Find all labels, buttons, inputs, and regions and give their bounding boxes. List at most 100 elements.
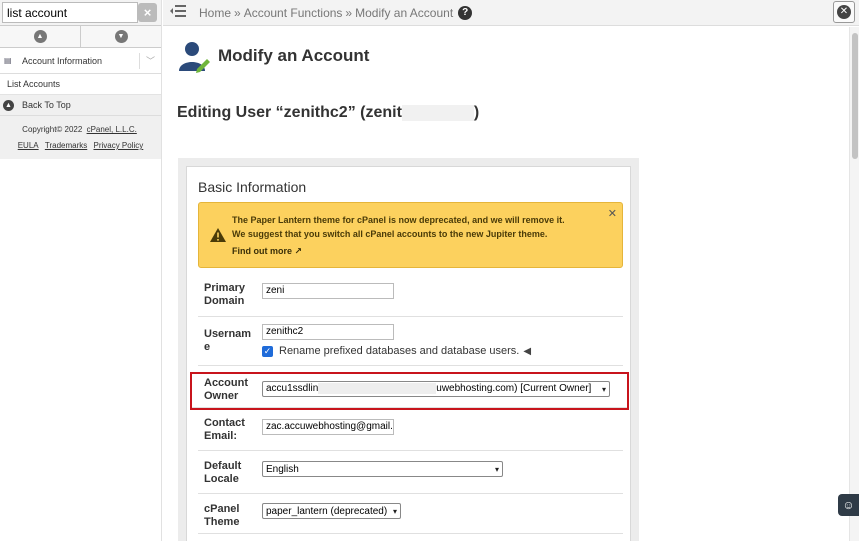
breadcrumb-home[interactable]: Home: [199, 6, 231, 20]
redacted-text: [401, 105, 474, 121]
label-line: Domain: [204, 295, 245, 307]
find-out-more-link[interactable]: Find out more ↗: [232, 244, 598, 258]
contact-email-value: zac.accuwebhosting@gmail.: [266, 421, 393, 432]
close-icon: ✕: [837, 5, 851, 19]
label-line: Owner: [204, 390, 239, 402]
find-out-more-label: Find out more: [232, 246, 292, 256]
contact-email-label: Contact Email:: [198, 408, 262, 450]
warning-icon: [210, 228, 226, 242]
contact-email-input[interactable]: zac.accuwebhosting@gmail.: [262, 419, 394, 435]
scrollbar-thumb[interactable]: [852, 33, 858, 159]
sidebar-item-list-accounts[interactable]: List Accounts: [0, 74, 161, 95]
primary-domain-input[interactable]: zeni: [262, 283, 394, 299]
back-to-top-link[interactable]: ▲ Back To Top: [0, 95, 161, 116]
label-line: Usernam: [204, 328, 252, 340]
label-line: Locale: [204, 473, 239, 485]
privacy-policy-link[interactable]: Privacy Policy: [93, 141, 143, 150]
default-locale-select[interactable]: English ▾: [262, 461, 503, 477]
username-input[interactable]: zenithc2: [262, 324, 394, 340]
label-line: Account: [204, 377, 248, 389]
label-line: Email:: [204, 430, 238, 442]
search-input[interactable]: [2, 2, 138, 23]
breadcrumb-current: Modify an Account: [355, 5, 454, 20]
account-owner-row: Account Owner accu1ssdlin uwebhosting.com…: [190, 372, 629, 410]
sidebar-group-account-information[interactable]: ▤ Account Information ﹀: [0, 48, 161, 74]
dismiss-notice-icon[interactable]: ✕: [608, 207, 617, 220]
page-scrollbar[interactable]: [849, 27, 859, 541]
label-line: Default: [204, 460, 242, 472]
breadcrumb-account-functions[interactable]: Account Functions: [244, 6, 343, 20]
rename-databases-label: Rename prefixed databases and database u…: [279, 345, 520, 357]
eula-link[interactable]: EULA: [18, 141, 39, 150]
primary-domain-row: Primary Domain zeni: [198, 272, 623, 317]
editing-user-text: Editing User “zenithc2” (zenit: [177, 104, 402, 121]
clear-search-icon[interactable]: ×: [138, 3, 157, 22]
breadcrumb: Home » Account Functions » Modify an Acc…: [199, 5, 473, 20]
label-line: cPanel: [204, 503, 240, 515]
account-owner-select[interactable]: accu1ssdlin uwebhosting.com) [Current Own…: [262, 381, 610, 397]
arrow-up-icon: ▲: [3, 99, 14, 111]
label-line: Contact: [204, 417, 245, 429]
sidebar-search: ×: [0, 0, 161, 26]
owner-value-start: accu1ssdlin: [266, 383, 319, 395]
sidebar-footer: Copyright© 2022 cPanel, L.L.C. EULA Trad…: [0, 116, 161, 159]
sidebar-group-label: Account Information: [22, 55, 103, 66]
copyright-text: Copyright© 2022: [22, 125, 83, 134]
page-title-text: Modify an Account: [218, 46, 370, 65]
editing-user-heading: Editing User “zenithc2” (zenit ): [177, 104, 479, 122]
chevron-down-icon: ▼: [114, 30, 128, 43]
chevron-down-icon: ▾: [494, 464, 499, 474]
label-line: Theme: [204, 516, 240, 528]
expand-down-button[interactable]: ▼: [81, 26, 161, 47]
trademarks-link[interactable]: Trademarks: [45, 141, 87, 150]
deprecation-notice: ✕ The Paper Lantern theme for cPanel is …: [198, 202, 623, 268]
default-locale-label: Default Locale: [198, 451, 262, 493]
hamburger-menu-icon[interactable]: [169, 4, 191, 21]
label-line: Primary: [204, 282, 245, 294]
cpanel-theme-value: paper_lantern (deprecated): [266, 505, 388, 517]
help-icon[interactable]: ?: [458, 5, 473, 20]
username-value: zenithc2: [266, 326, 304, 337]
default-locale-value: English: [266, 463, 299, 475]
modify-user-icon: [177, 39, 211, 73]
account-owner-label: Account Owner: [198, 374, 262, 407]
card-heading: Basic Information: [198, 179, 307, 195]
external-link-icon: ↗: [294, 246, 303, 256]
cpanel-theme-label: cPanel Theme: [198, 494, 262, 533]
account-owner-value: accu1ssdlin uwebhosting.com) [Current Own…: [266, 383, 592, 395]
chevron-down-icon: ▾: [601, 384, 606, 394]
username-row: Usernam e zenithc2 ✓ Rename prefixed dat…: [198, 317, 623, 366]
left-sidebar: × ▲ ▼ ▤ Account Information ﹀ List Accou…: [0, 0, 162, 541]
redacted-text: [318, 383, 437, 395]
owner-value-end: uwebhosting.com) [Current Owner]: [436, 383, 592, 395]
contact-email-row: Contact Email: zac.accuwebhosting@gmail.: [198, 408, 623, 451]
page-title: Modify an Account: [177, 39, 369, 73]
cpanel-link[interactable]: cPanel, L.L.C.: [87, 125, 137, 134]
sidebar-nav-buttons: ▲ ▼: [0, 26, 161, 48]
id-card-icon: ▤: [4, 56, 12, 65]
main-content: Modify an Account Editing User “zenithc2…: [163, 27, 849, 541]
collapse-up-button[interactable]: ▲: [0, 26, 81, 47]
close-button[interactable]: ✕: [833, 1, 855, 23]
back-to-top-label: Back To Top: [22, 100, 71, 110]
card-wrapper: Basic Information ✕ The Paper Lantern th…: [178, 158, 639, 541]
cpanel-theme-select[interactable]: paper_lantern (deprecated) ▾: [262, 503, 401, 519]
primary-domain-value: zeni: [266, 285, 285, 296]
rename-databases-option: ✓ Rename prefixed databases and database…: [262, 345, 623, 357]
rename-databases-checkbox[interactable]: ✓: [262, 345, 273, 357]
chevron-up-icon: ▲: [33, 30, 47, 43]
notice-line-1: The Paper Lantern theme for cPanel is no…: [232, 215, 565, 225]
top-bar: Home » Account Functions » Modify an Acc…: [163, 0, 859, 26]
username-label: Usernam e: [198, 317, 262, 365]
cpanel-theme-row: cPanel Theme paper_lantern (deprecated) …: [198, 494, 623, 534]
chevron-down-icon[interactable]: ﹀: [139, 52, 161, 69]
breadcrumb-separator: »: [345, 5, 353, 20]
basic-information-card: Basic Information ✕ The Paper Lantern th…: [186, 166, 631, 541]
default-locale-row: Default Locale English ▾: [198, 451, 623, 494]
label-line: e: [204, 341, 211, 353]
chevron-down-icon: ▾: [392, 506, 397, 516]
primary-domain-label: Primary Domain: [198, 272, 262, 316]
chat-support-icon[interactable]: ☺: [838, 494, 859, 516]
notice-line-2: We suggest that you switch all cPanel ac…: [232, 229, 548, 239]
info-tag-icon[interactable]: ◀: [523, 346, 531, 357]
